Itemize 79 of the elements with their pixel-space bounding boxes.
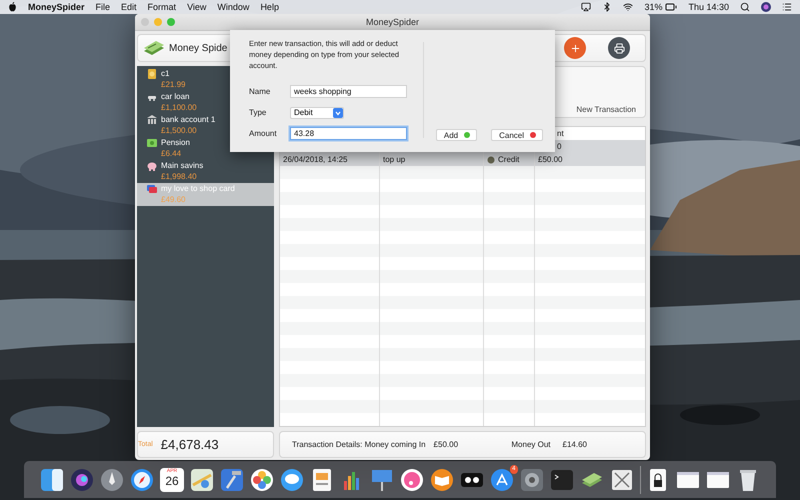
- music-note-icon[interactable]: [400, 468, 424, 492]
- account-balance: £1,500.00: [161, 126, 197, 135]
- account-balance: £1,100.00: [161, 103, 197, 112]
- document-icon[interactable]: [310, 468, 334, 492]
- details-label: Transaction Details: Money coming In: [292, 440, 426, 449]
- new-transaction-button[interactable]: New Transaction: [576, 105, 636, 114]
- bluetooth-icon[interactable]: [602, 2, 612, 12]
- money-out-amount: £14.60: [562, 440, 587, 449]
- menu-item[interactable]: Window: [217, 2, 250, 12]
- menu-item[interactable]: View: [187, 2, 206, 12]
- account-name: c1: [161, 69, 170, 79]
- type-dropdown[interactable]: Debit: [290, 106, 344, 118]
- account-name: my love to shop card: [161, 184, 235, 194]
- menu-item[interactable]: Edit: [121, 2, 137, 12]
- money-out-label: Money Out: [511, 440, 551, 449]
- clock[interactable]: Thu 14:30: [688, 2, 729, 12]
- podium-icon[interactable]: [370, 468, 394, 492]
- banknote-icon: [147, 138, 157, 148]
- account-name: car loan: [161, 92, 190, 102]
- field-label: Name: [249, 87, 272, 96]
- account-name: Pension: [161, 138, 190, 148]
- menu-icon[interactable]: [782, 2, 792, 12]
- banknote-stack-icon: [143, 40, 165, 56]
- apple-icon[interactable]: [8, 2, 17, 12]
- chevron-icon: [333, 108, 343, 118]
- flower-icon[interactable]: [250, 468, 274, 492]
- calendar-day: 26: [165, 474, 179, 488]
- text-field[interactable]: 43.28: [290, 127, 407, 140]
- bank-icon: [147, 115, 157, 125]
- account-name: Main savins: [161, 161, 204, 171]
- battery-percentage[interactable]: 31%: [644, 2, 662, 12]
- compass-icon[interactable]: [130, 468, 154, 492]
- piggy-bank-icon: [147, 161, 157, 171]
- amount-cell: 0: [557, 142, 562, 151]
- airplay-icon[interactable]: [581, 2, 592, 12]
- rocket-icon[interactable]: [100, 468, 124, 492]
- type-cell: Credit: [498, 155, 520, 164]
- app-menu[interactable]: MoneySpider: [28, 2, 85, 12]
- coin-icon: [147, 69, 157, 79]
- field-label: Type: [249, 108, 268, 117]
- column-header: nt: [557, 129, 564, 138]
- text-field[interactable]: weeks shopping: [290, 85, 407, 98]
- description-cell: top up: [383, 155, 406, 164]
- sheet-button[interactable]: Add: [436, 129, 478, 141]
- date-cell: 26/04/2018, 14:25: [283, 155, 348, 164]
- coins-icon: [487, 156, 495, 164]
- window-title: MoneySpider: [364, 17, 420, 27]
- hammer-icon[interactable]: [220, 468, 244, 492]
- menu-item[interactable]: File: [96, 2, 110, 12]
- gear-icon[interactable]: [520, 468, 544, 492]
- account-item[interactable]: Main savins £1,998.40: [137, 160, 274, 183]
- account-balance: £49.60: [161, 195, 186, 204]
- printer-icon: [614, 42, 624, 54]
- table-row[interactable]: 26/04/2018, 14:25 top up Credit £50.00: [280, 153, 645, 166]
- menu-item[interactable]: Help: [260, 2, 279, 12]
- sheet-button[interactable]: Cancel: [491, 129, 543, 141]
- account-name: bank account 1: [161, 115, 216, 125]
- money-in-amount: £50.00: [434, 440, 458, 449]
- menu-item[interactable]: Format: [148, 2, 176, 12]
- siri-icon[interactable]: [70, 468, 94, 492]
- siri-icon[interactable]: [761, 2, 771, 12]
- app-store-icon[interactable]: [490, 468, 514, 492]
- plus-icon: [570, 42, 580, 54]
- total-amount: £4,678.43: [160, 437, 219, 452]
- account-balance: £6.44: [161, 149, 182, 158]
- app-name: Money Spide: [169, 42, 228, 54]
- map-icon[interactable]: [190, 468, 214, 492]
- search-icon[interactable]: [740, 2, 750, 12]
- battery-icon[interactable]: [665, 1, 678, 13]
- account-balance: £1,998.40: [161, 172, 197, 181]
- field-label: Amount: [249, 129, 278, 138]
- speech-bubble-icon[interactable]: [280, 468, 304, 492]
- account-balance: £21.99: [161, 80, 186, 89]
- print-button[interactable]: [608, 37, 630, 59]
- finder-icon[interactable]: [40, 468, 64, 492]
- card-icon: [147, 184, 157, 194]
- add-button[interactable]: [564, 37, 586, 59]
- book-icon[interactable]: [430, 468, 454, 492]
- amount-cell: £50.00: [538, 155, 562, 164]
